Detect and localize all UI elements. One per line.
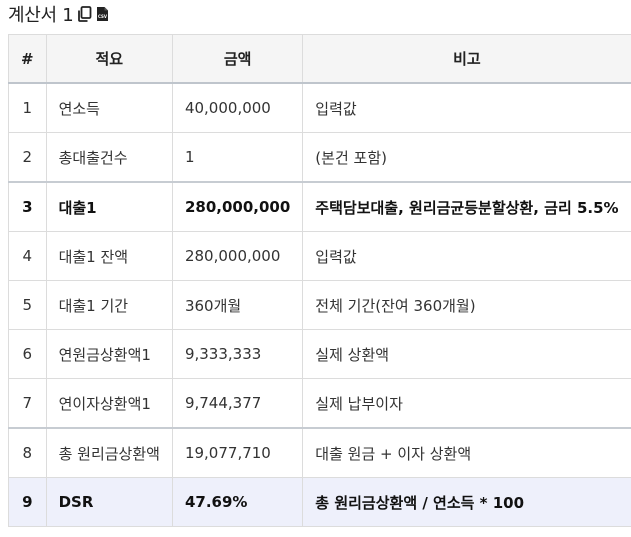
row-amount: 280,000,000 bbox=[171, 181, 304, 232]
table-row: 3 대출1 280,000,000 주택담보대출, 원리금균등분할상환, 금리 … bbox=[8, 181, 631, 232]
row-amount: 47.69% bbox=[171, 477, 304, 527]
row-amount: 1 bbox=[171, 132, 304, 183]
row-number: 7 bbox=[8, 378, 47, 429]
row-description: 대출1 잔액 bbox=[45, 231, 173, 281]
row-number: 8 bbox=[8, 427, 47, 478]
table-header-row: # 적요 금액 비고 bbox=[8, 34, 631, 84]
column-header-description: 적요 bbox=[45, 34, 173, 84]
row-amount: 40,000,000 bbox=[171, 82, 304, 133]
calculation-table: # 적요 금액 비고 1 연소득 40,000,000 입력값 2 총대출건수 … bbox=[8, 34, 631, 527]
svg-text:CSV: CSV bbox=[98, 14, 108, 19]
column-header-number: # bbox=[8, 34, 47, 84]
row-amount: 19,077,710 bbox=[171, 427, 304, 478]
table-row: 1 연소득 40,000,000 입력값 bbox=[8, 82, 631, 133]
table-row-result: 9 DSR 47.69% 총 원리금상환액 / 연소득 * 100 bbox=[8, 477, 631, 527]
row-note: 전체 기간(잔여 360개월) bbox=[302, 280, 631, 330]
row-note: 입력값 bbox=[302, 82, 631, 133]
csv-file-icon[interactable]: CSV bbox=[96, 6, 111, 22]
row-note: (본건 포함) bbox=[302, 132, 631, 183]
row-amount: 360개월 bbox=[171, 280, 304, 330]
row-note: 실제 상환액 bbox=[302, 329, 631, 379]
row-description: 연원금상환액1 bbox=[45, 329, 173, 379]
row-amount: 9,333,333 bbox=[171, 329, 304, 379]
row-description: 총대출건수 bbox=[45, 132, 173, 183]
row-note: 입력값 bbox=[302, 231, 631, 281]
row-description: 총 원리금상환액 bbox=[45, 427, 173, 478]
row-description: 대출1 bbox=[45, 181, 173, 232]
row-note: 주택담보대출, 원리금균등분할상환, 금리 5.5% bbox=[302, 181, 631, 232]
table-row: 8 총 원리금상환액 19,077,710 대출 원금 + 이자 상환액 bbox=[8, 427, 631, 478]
row-number: 4 bbox=[8, 231, 47, 281]
row-number: 2 bbox=[8, 132, 47, 183]
calculation-sheet: 계산서 1 CSV # 적요 금액 비고 1 연소득 40,000,000 입력… bbox=[0, 0, 631, 537]
row-number: 1 bbox=[8, 82, 47, 133]
row-description: DSR bbox=[45, 477, 173, 527]
table-row: 4 대출1 잔액 280,000,000 입력값 bbox=[8, 231, 631, 281]
row-amount: 9,744,377 bbox=[171, 378, 304, 429]
column-header-amount: 금액 bbox=[171, 34, 304, 84]
row-number: 5 bbox=[8, 280, 47, 330]
row-description: 연이자상환액1 bbox=[45, 378, 173, 429]
table-row: 5 대출1 기간 360개월 전체 기간(잔여 360개월) bbox=[8, 280, 631, 330]
copy-icon[interactable] bbox=[77, 6, 92, 22]
row-number: 6 bbox=[8, 329, 47, 379]
row-description: 대출1 기간 bbox=[45, 280, 173, 330]
row-note: 대출 원금 + 이자 상환액 bbox=[302, 427, 631, 478]
row-note: 실제 납부이자 bbox=[302, 378, 631, 429]
table-row: 6 연원금상환액1 9,333,333 실제 상환액 bbox=[8, 329, 631, 379]
sheet-header: 계산서 1 CSV bbox=[8, 0, 111, 28]
table-row: 2 총대출건수 1 (본건 포함) bbox=[8, 132, 631, 183]
row-number: 9 bbox=[8, 477, 47, 527]
row-amount: 280,000,000 bbox=[171, 231, 304, 281]
row-note: 총 원리금상환액 / 연소득 * 100 bbox=[302, 477, 631, 527]
row-number: 3 bbox=[8, 181, 47, 232]
sheet-title: 계산서 1 bbox=[8, 5, 74, 26]
column-header-note: 비고 bbox=[302, 34, 631, 84]
row-description: 연소득 bbox=[45, 82, 173, 133]
table-row: 7 연이자상환액1 9,744,377 실제 납부이자 bbox=[8, 378, 631, 429]
